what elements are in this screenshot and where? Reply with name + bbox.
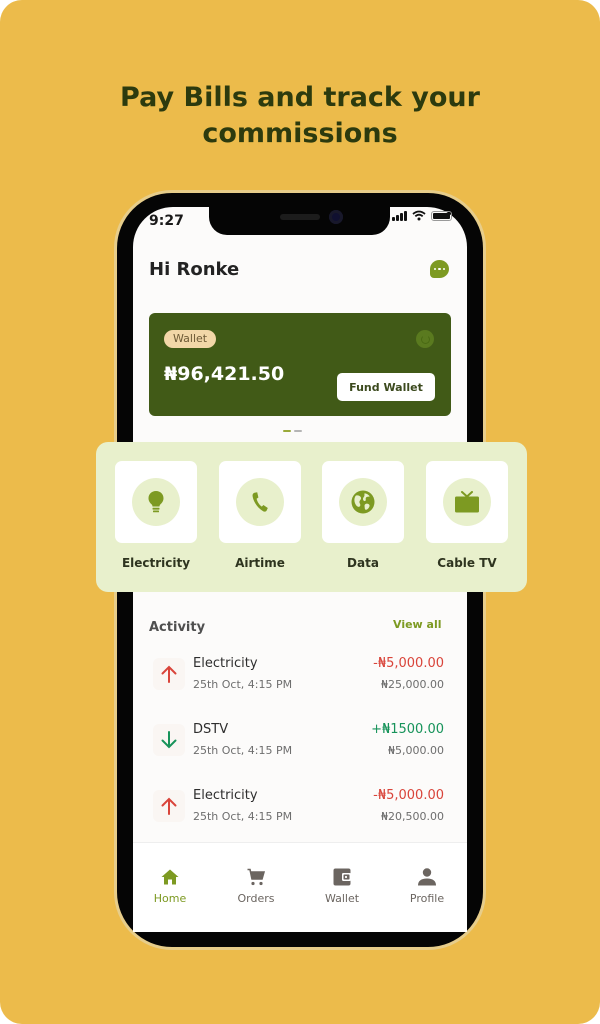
view-all-link[interactable]: View all xyxy=(393,618,442,631)
status-time: 9:27 xyxy=(149,213,184,229)
bottom-nav: Home Orders Wallet Profile xyxy=(133,843,467,932)
wallet-card: Wallet ₦96,421.50 Fund Wallet xyxy=(149,313,451,416)
headline-line-1: Pay Bills and track your xyxy=(120,82,480,113)
wallet-pill: Wallet xyxy=(164,330,217,348)
nav-label: Orders xyxy=(237,892,275,905)
carousel-dot[interactable] xyxy=(294,430,302,432)
activity-heading: Activity xyxy=(149,620,206,635)
phone-icon xyxy=(252,492,268,512)
arrow-down-icon xyxy=(161,731,177,749)
nav-item-orders[interactable]: Orders xyxy=(221,867,291,905)
cart-icon xyxy=(247,868,265,886)
service-label: Cable TV xyxy=(437,556,497,570)
transaction-date: 25th Oct, 4:15 PM xyxy=(193,810,293,823)
transaction-amount: -₦5,000.00 xyxy=(373,788,444,803)
service-airtime[interactable]: Airtime xyxy=(219,461,301,570)
transaction-amount: -₦5,000.00 xyxy=(373,656,444,671)
globe-icon xyxy=(351,490,375,514)
greeting-title: Hi Ronke xyxy=(149,259,240,280)
transaction-date: 25th Oct, 4:15 PM xyxy=(193,678,293,691)
service-label: Airtime xyxy=(235,556,285,570)
phone-notch xyxy=(209,207,390,235)
battery-icon xyxy=(431,210,452,221)
fund-wallet-button[interactable]: Fund Wallet xyxy=(337,373,435,401)
service-label: Data xyxy=(347,556,379,570)
wifi-icon xyxy=(412,210,426,221)
headline-line-2: commissions xyxy=(202,118,398,149)
lightbulb-icon xyxy=(148,491,164,513)
transaction-row[interactable]: Electricity 25th Oct, 4:15 PM -₦5,000.00… xyxy=(149,656,444,706)
transaction-row[interactable]: DSTV 25th Oct, 4:15 PM +₦1500.00 ₦5,000.… xyxy=(149,722,444,772)
transaction-balance: ₦5,000.00 xyxy=(388,744,444,757)
transaction-name: Electricity xyxy=(193,788,258,803)
service-electricity[interactable]: Electricity xyxy=(115,461,197,570)
transaction-name: DSTV xyxy=(193,722,229,737)
transaction-balance: ₦25,000.00 xyxy=(381,678,444,691)
carousel-dot-active[interactable] xyxy=(283,430,291,432)
profile-icon xyxy=(418,868,436,886)
transaction-name: Electricity xyxy=(193,656,258,671)
nav-item-wallet[interactable]: Wallet xyxy=(307,867,377,905)
promo-canvas: Pay Bills and track your commissions 9:2… xyxy=(0,0,600,1024)
transaction-amount: +₦1500.00 xyxy=(371,722,444,737)
speaker-grille xyxy=(280,214,320,220)
nav-label: Wallet xyxy=(324,892,360,905)
arrow-up-icon xyxy=(161,665,177,683)
nav-item-home[interactable]: Home xyxy=(135,867,205,905)
chat-bubble-icon[interactable] xyxy=(430,260,449,278)
service-label: Electricity xyxy=(121,556,191,570)
carousel-indicator xyxy=(283,430,302,432)
services-panel: Electricity Airtime Data Cable TV xyxy=(96,442,527,592)
transaction-balance: ₦20,500.00 xyxy=(381,810,444,823)
refresh-icon[interactable] xyxy=(416,330,434,348)
nav-item-profile[interactable]: Profile xyxy=(392,867,462,905)
tv-icon xyxy=(455,491,479,513)
transaction-date: 25th Oct, 4:15 PM xyxy=(193,744,293,757)
nav-label: Profile xyxy=(409,892,445,905)
signal-icon xyxy=(392,210,407,221)
front-camera xyxy=(329,210,343,224)
promo-headline: Pay Bills and track your commissions xyxy=(0,80,600,152)
wallet-balance: ₦96,421.50 xyxy=(164,363,285,385)
home-icon xyxy=(161,869,179,885)
service-cable-tv[interactable]: Cable TV xyxy=(426,461,508,570)
wallet-icon xyxy=(333,868,351,886)
service-data[interactable]: Data xyxy=(322,461,404,570)
nav-label: Home xyxy=(153,892,187,905)
status-icons xyxy=(392,210,452,221)
arrow-up-icon xyxy=(161,797,177,815)
transaction-row[interactable]: Electricity 25th Oct, 4:15 PM -₦5,000.00… xyxy=(149,788,444,838)
